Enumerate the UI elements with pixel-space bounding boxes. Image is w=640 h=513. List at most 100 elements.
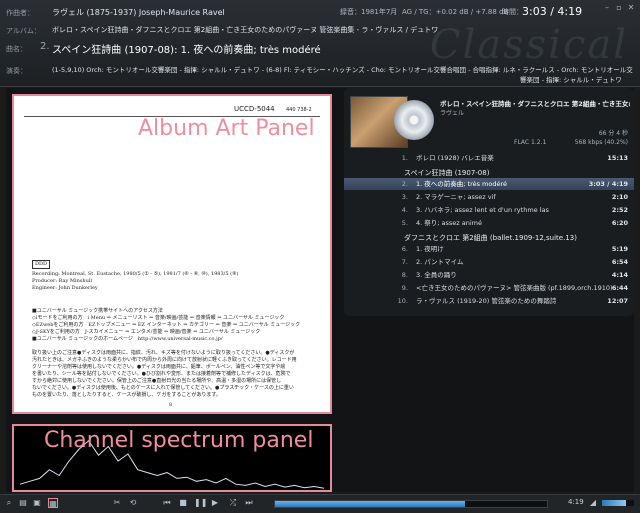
track-number: 3. (401, 193, 408, 201)
repeat-icon[interactable]: ⟲ (128, 498, 138, 508)
close-icon[interactable]: ✕ (626, 4, 636, 12)
track-duration: 3:03 / 4:19 (588, 180, 628, 188)
playlist-track-current[interactable]: 2. 1. 夜への前奏曲; très modéré 3:03 / 4:19 (344, 178, 634, 190)
recorded-date: 録音：1981年7月 (340, 8, 398, 16)
play-icon[interactable]: ▶ (210, 498, 220, 508)
mobile-site-line: ◇EZwebをご利用の方 EZトップメニュー ⇒ EZ インターネット ⇒ カテ… (32, 322, 301, 328)
disc-icon (394, 100, 434, 140)
playlist-track[interactable]: 9. <亡き王女のためのパヴァーヌ> 管弦楽曲版 (pf.1899,orch.1… (344, 282, 634, 294)
engineer-info: Engineer: John Dunkerley (32, 285, 98, 291)
track-number: 5. (401, 219, 408, 227)
album-view-icon[interactable]: ▣ (32, 498, 42, 508)
panel-layout-icon[interactable]: ▦ (48, 498, 58, 508)
track-duration: 12:07 (607, 297, 628, 305)
mobile-site-line: ◇J-SKYをご利用の方 J-スカイメニュー ⇒ エンタメ/芸能 ⇒ 映画/音楽… (32, 329, 261, 335)
track-duration: 6:44 (611, 284, 628, 292)
track-title: 2. マラゲーニャ; assez vif (416, 193, 496, 201)
track-duration: 5:19 (611, 245, 628, 253)
title-label: 曲名： (6, 45, 27, 53)
track-number: 6. (401, 245, 408, 253)
bitrate-info: 568 kbps (40.2%) (574, 139, 628, 146)
playlist-group-header: スペイン狂詩曲 (1907-08) (404, 169, 490, 177)
catalog-number: UCCD-5044 (234, 105, 275, 113)
time-display: 3:03 / 4:19 (522, 5, 583, 18)
notice-line: ないでください。●ディスクは使用後、もとのケースに入れて保管してください。●プラ… (32, 385, 294, 391)
track-number: 2. (40, 41, 50, 52)
track-title: ボレロ (1928) バレエ音楽 (416, 154, 494, 162)
shuffle-icon[interactable]: ✂ (112, 498, 122, 508)
playlist-album-title: ボレロ・スペイン狂詩曲・ダフニスとクロエ 第2組曲・亡き王女のためのパヴァーヌ … (440, 100, 630, 108)
volume-slider[interactable] (602, 500, 634, 506)
track-info-header: Classical 作曲者： ラヴェル (1875-1937) Joseph-M… (0, 0, 640, 87)
spectrum-panel-label: Channel spectrum panel (44, 428, 314, 453)
homepage-line: ■ユニバーサル ミュージックのホームページ http://www.univers… (32, 336, 223, 342)
notice-line: 汚れたときは、メガネふきのような柔らかい布で内周から外周に向けて放射状に軽くふき… (32, 357, 297, 363)
catalog-number-small: 440 738-2 (286, 107, 312, 113)
performer-label: 演奏： (6, 67, 27, 75)
mobile-site-title: ■ユニバーサル ミュージック携帯サイトへのアクセス方法 (32, 308, 163, 314)
album-title: ボレロ・スペイン狂詩曲・ダフニスとクロエ 第2組曲・亡き王女のためのパヴァーヌ … (52, 26, 439, 34)
track-title: 1. 夜への前奏曲; très modéré (416, 180, 508, 188)
playlist-track[interactable]: 8. 3. 全員の踊り 4:14 (344, 269, 634, 281)
genre-watermark: Classical (429, 22, 628, 68)
stop-icon[interactable]: ■ (178, 498, 188, 508)
performer-line-1: (1-5,9,10) Orch: モントリオール交響楽団 - 指揮: シャルル・… (52, 66, 633, 74)
playlist-track[interactable]: 3. 2. マラゲーニャ; assez vif 2:10 (344, 191, 634, 203)
previous-icon[interactable]: ⏮ (162, 498, 172, 508)
track-title: 2. パントマイム (416, 258, 464, 266)
playlist-track[interactable]: 5. 4. 祭り; assez animé 6:20 (344, 217, 634, 229)
track-duration: 15:13 (607, 154, 628, 162)
minimize-icon[interactable]: – (602, 4, 612, 12)
playlist-track[interactable]: 6. 1. 夜明け 5:19 (344, 243, 634, 255)
pause-icon[interactable]: ❚❚ (194, 498, 207, 508)
bottom-time: 4:19 (568, 498, 584, 506)
channel-spectrum-panel[interactable]: Channel spectrum panel (12, 424, 332, 492)
ddd-box: DDD (32, 260, 51, 269)
album-label: アルバム： (6, 27, 41, 35)
album-art-panel-label: Album Art Panel (138, 116, 315, 141)
playlist-group-header: ダフニスとクロエ 第2組曲 (ballet.1909-12,suite.13) (404, 234, 577, 242)
track-number: 4. (401, 206, 408, 214)
track-duration: 4:14 (611, 271, 628, 279)
gain-info: AG / TG：+0.02 dB / +7.88 dB (402, 8, 509, 16)
seek-bar-fill (275, 501, 466, 507)
playlist-artist: ラヴェル (440, 110, 465, 117)
notice-line: ものを置いたり、落としたりすると、ケースが破損し、ケガをすることがあります。 (32, 392, 221, 398)
track-number: 7. (401, 258, 408, 266)
playlist-track[interactable]: 10. ラ・ヴァルス (1919-20) 管弦楽のための舞踏詩 12:07 (344, 295, 634, 307)
volume-icon[interactable]: ◢ (588, 498, 598, 508)
playlist-panel: ボレロ・スペイン狂詩曲・ダフニスとクロエ 第2組曲・亡き王女のためのパヴァーヌ … (344, 88, 634, 316)
track-duration: 6:20 (611, 219, 628, 227)
track-title: 3. ハバネラ; assez lent et d'un rythme las (416, 206, 549, 214)
codec-info: FLAC 1.2.1 (514, 139, 547, 146)
seek-bar[interactable] (274, 500, 548, 508)
track-duration: 2:10 (611, 193, 628, 201)
track-duration: 2:52 (611, 206, 628, 214)
track-number: 2. (401, 180, 408, 188)
search-icon[interactable]: ⌕ (4, 498, 14, 508)
track-number: 1. (401, 154, 408, 162)
restore-icon[interactable]: ▫ (614, 4, 624, 12)
disc-duration: 66 分 4 秒 (598, 130, 628, 137)
notice-line: クリーナーや溶剤等は使用しないでください。●ディスクは両面共に、鉛筆、ボールペン… (32, 364, 286, 370)
page-number: 8 (169, 402, 173, 408)
notice-line: すから絶対に使用しないでください。保管上のご注意●直射日光の当たる場所や、高温・… (32, 378, 282, 384)
playlist-track[interactable]: 4. 3. ハバネラ; assez lent et d'un rythme la… (344, 204, 634, 216)
album-art-panel[interactable]: UCCD-5044 440 738-2 Album Art Panel DDD … (12, 94, 332, 414)
track-duration: 6:54 (611, 258, 628, 266)
performer-line-2: 響楽団 - 指揮: シャルル・デュトワ (520, 76, 622, 84)
next-icon[interactable]: ⏭ (244, 498, 254, 508)
notice-line: 取り扱い上のご注意●ディスクは両面共に、指紋、汚れ、キズ等を付けないように取り扱… (32, 350, 295, 356)
track-number: 9. (401, 284, 408, 292)
playlist-track[interactable]: 7. 2. パントマイム 6:54 (344, 256, 634, 268)
track-number: 10. (397, 297, 408, 305)
notice-line: を書いたり、シール等を貼付しないでください。●ひび割れや変形、または接着剤等で補… (32, 371, 291, 377)
producer-info: Producer: Ray Minshull (32, 278, 93, 284)
track-title: スペイン狂詩曲 (1907-08): 1. 夜への前奏曲; très modér… (52, 45, 321, 56)
track-number: 8. (401, 271, 408, 279)
playlist-track[interactable]: 1. ボレロ (1928) バレエ音楽 15:13 (344, 152, 634, 164)
random-icon[interactable]: ⤮ (228, 498, 238, 508)
mobile-site-line: ◇iモードをご利用の方 i Menu ⇒ メニューリスト ⇒ 音楽/映画/芸能 … (32, 315, 285, 321)
folder-icon[interactable]: ▤ (18, 498, 28, 508)
time-label: 時間： (502, 8, 523, 16)
